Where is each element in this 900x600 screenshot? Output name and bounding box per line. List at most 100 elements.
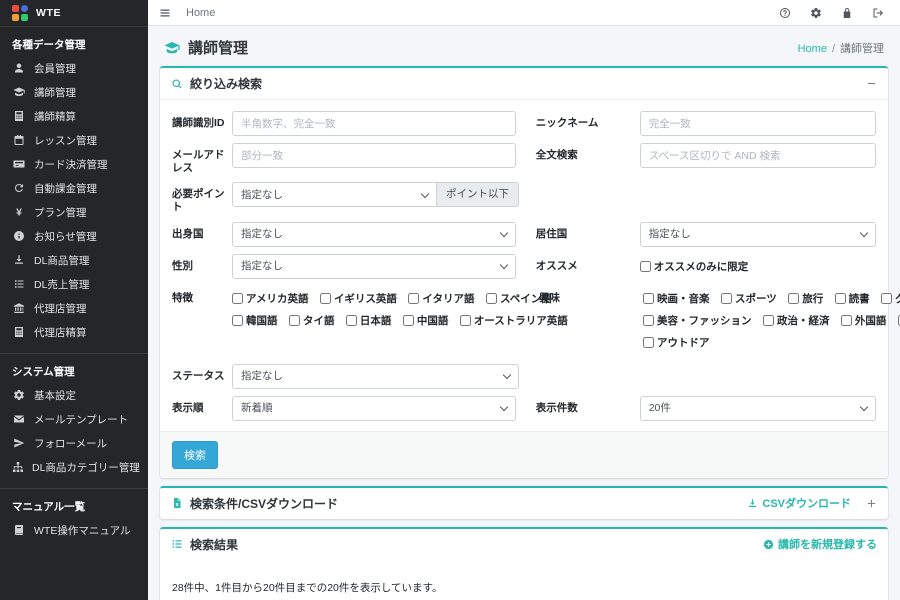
sidebar-item-agencies[interactable]: 代理店管理 (0, 296, 148, 320)
checkbox[interactable] (460, 315, 471, 326)
feature-option[interactable]: 韓国語 (232, 313, 278, 328)
results-summary: 28件中、1件目から20件目までの20件を表示しています。 (172, 580, 876, 595)
interest-option[interactable]: 読書 (835, 291, 870, 306)
form-row: 出身国 指定なし 居住国 指定なし (172, 222, 876, 247)
sidebar-item-dl-products[interactable]: DL商品管理 (0, 248, 148, 272)
yen-icon (12, 206, 26, 218)
feature-option[interactable]: アメリカ英語 (232, 291, 308, 306)
collapse-icon[interactable] (866, 78, 877, 89)
content: 講師管理 Home/講師管理 絞り込み検索 講師識別ID (148, 26, 900, 600)
checkbox[interactable] (841, 315, 852, 326)
feature-option[interactable]: オーストラリア英語 (460, 313, 568, 328)
checkbox[interactable] (289, 315, 300, 326)
checkbox[interactable] (788, 293, 799, 304)
gender-select[interactable]: 指定なし (232, 254, 516, 279)
interest-option[interactable]: 政治・経済 (763, 313, 830, 328)
feature-option[interactable]: タイ語 (289, 313, 335, 328)
checkbox[interactable] (643, 315, 654, 326)
sidebar-item-instructor-settlement[interactable]: 講師精算 (0, 104, 148, 128)
checkbox[interactable] (721, 293, 732, 304)
sidebar-item-notices[interactable]: お知らせ管理 (0, 224, 148, 248)
checkbox[interactable] (640, 261, 651, 272)
points-select[interactable]: 指定なし (232, 182, 437, 207)
sidebar-item-wte-manual[interactable]: WTE操作マニュアル (0, 518, 148, 542)
checkbox[interactable] (763, 315, 774, 326)
nickname-input[interactable] (640, 111, 876, 136)
sidebar-item-members[interactable]: 会員管理 (0, 56, 148, 80)
instructor-id-input[interactable] (232, 111, 516, 136)
calculator-icon (12, 110, 26, 122)
help-icon[interactable] (779, 7, 791, 19)
expand-icon[interactable] (866, 498, 877, 509)
sidebar-section-header: マニュアル一覧 (0, 489, 148, 518)
per-page-select[interactable]: 20件 (640, 396, 876, 421)
results-card-body: 28件中、1件目から20件目までの20件を表示しています。 « 1 2 » (160, 560, 888, 600)
sidebar-item-mail-templates[interactable]: メールテンプレート (0, 407, 148, 431)
checkbox[interactable] (486, 293, 497, 304)
calculator-icon (12, 326, 26, 338)
sidebar-item-dl-categories[interactable]: DL商品カテゴリー管理 (0, 455, 148, 479)
recommended-only-checkbox[interactable]: オススメのみに限定 (640, 259, 749, 274)
sidebar-item-auto-billing[interactable]: 自動課金管理 (0, 176, 148, 200)
checkbox[interactable] (346, 315, 357, 326)
interest-option[interactable]: 外国語 (841, 313, 887, 328)
sidebar-item-dl-sales[interactable]: DL売上管理 (0, 272, 148, 296)
paper-plane-icon (12, 437, 26, 449)
download-icon (12, 254, 26, 266)
sidebar-item-plans[interactable]: プラン管理 (0, 200, 148, 224)
checkbox[interactable] (643, 337, 654, 348)
topbar-home-link[interactable]: Home (186, 7, 215, 19)
calendar-icon (12, 134, 26, 146)
checkbox[interactable] (408, 293, 419, 304)
sidebar: WTE 各種データ管理 会員管理 講師管理 講師精算 レッスン管理 カード決済管… (0, 0, 148, 600)
credit-card-icon (12, 158, 26, 170)
email-input[interactable] (232, 143, 516, 168)
search-button[interactable]: 検索 (172, 441, 218, 469)
checkbox[interactable] (232, 315, 243, 326)
sidebar-item-follow-mail[interactable]: フォローメール (0, 431, 148, 455)
form-row: メールアドレス 全文検索 (172, 143, 876, 175)
interest-option[interactable]: グルメ・お酒 (881, 291, 900, 306)
filter-card-footer: 検索 (160, 431, 888, 478)
checkbox[interactable] (403, 315, 414, 326)
sign-out-icon[interactable] (872, 7, 884, 19)
sidebar-item-lessons[interactable]: レッスン管理 (0, 128, 148, 152)
hamburger-menu-icon[interactable] (159, 7, 171, 19)
checkbox[interactable] (643, 293, 654, 304)
origin-country-select[interactable]: 指定なし (232, 222, 516, 247)
sidebar-item-instructors[interactable]: 講師管理 (0, 80, 148, 104)
brand[interactable]: WTE (0, 0, 148, 27)
feature-option[interactable]: 中国語 (403, 313, 449, 328)
csv-download-link[interactable]: CSVダウンロード (747, 495, 851, 511)
envelope-icon (12, 413, 26, 425)
sidebar-section-manuals: マニュアル一覧 WTE操作マニュアル (0, 488, 148, 546)
form-row: 性別 指定なし オススメ オススメのみに限定 (172, 254, 876, 279)
breadcrumb-home-link[interactable]: Home (798, 43, 827, 55)
checkbox[interactable] (320, 293, 331, 304)
feature-option[interactable]: 日本語 (346, 313, 392, 328)
register-instructor-link[interactable]: 講師を新規登録する (763, 536, 877, 552)
checkbox[interactable] (881, 293, 892, 304)
lock-icon[interactable] (841, 7, 853, 19)
feature-option[interactable]: イギリス英語 (320, 291, 397, 306)
brand-logo-icon (12, 5, 28, 21)
interest-option[interactable]: スポーツ (721, 291, 777, 306)
brand-name: WTE (36, 7, 61, 19)
interest-option[interactable]: 旅行 (788, 291, 823, 306)
points-addon: ポイント以下 (437, 182, 519, 207)
status-select[interactable]: 指定なし (232, 364, 519, 389)
interest-option[interactable]: 映画・音楽 (643, 291, 710, 306)
checkbox[interactable] (232, 293, 243, 304)
interest-option[interactable]: 美容・ファッション (643, 313, 752, 328)
points-label: 必要ポイント (172, 182, 232, 214)
interest-option[interactable]: アウトドア (643, 335, 710, 350)
sidebar-item-card-payments[interactable]: カード決済管理 (0, 152, 148, 176)
sidebar-item-agency-settlement[interactable]: 代理店精算 (0, 320, 148, 344)
checkbox[interactable] (835, 293, 846, 304)
residence-country-select[interactable]: 指定なし (640, 222, 876, 247)
feature-option[interactable]: イタリア語 (408, 291, 474, 306)
sidebar-item-basic-settings[interactable]: 基本設定 (0, 383, 148, 407)
gear-icon[interactable] (810, 7, 822, 19)
sort-order-select[interactable]: 新着順 (232, 396, 516, 421)
fulltext-input[interactable] (640, 143, 876, 168)
